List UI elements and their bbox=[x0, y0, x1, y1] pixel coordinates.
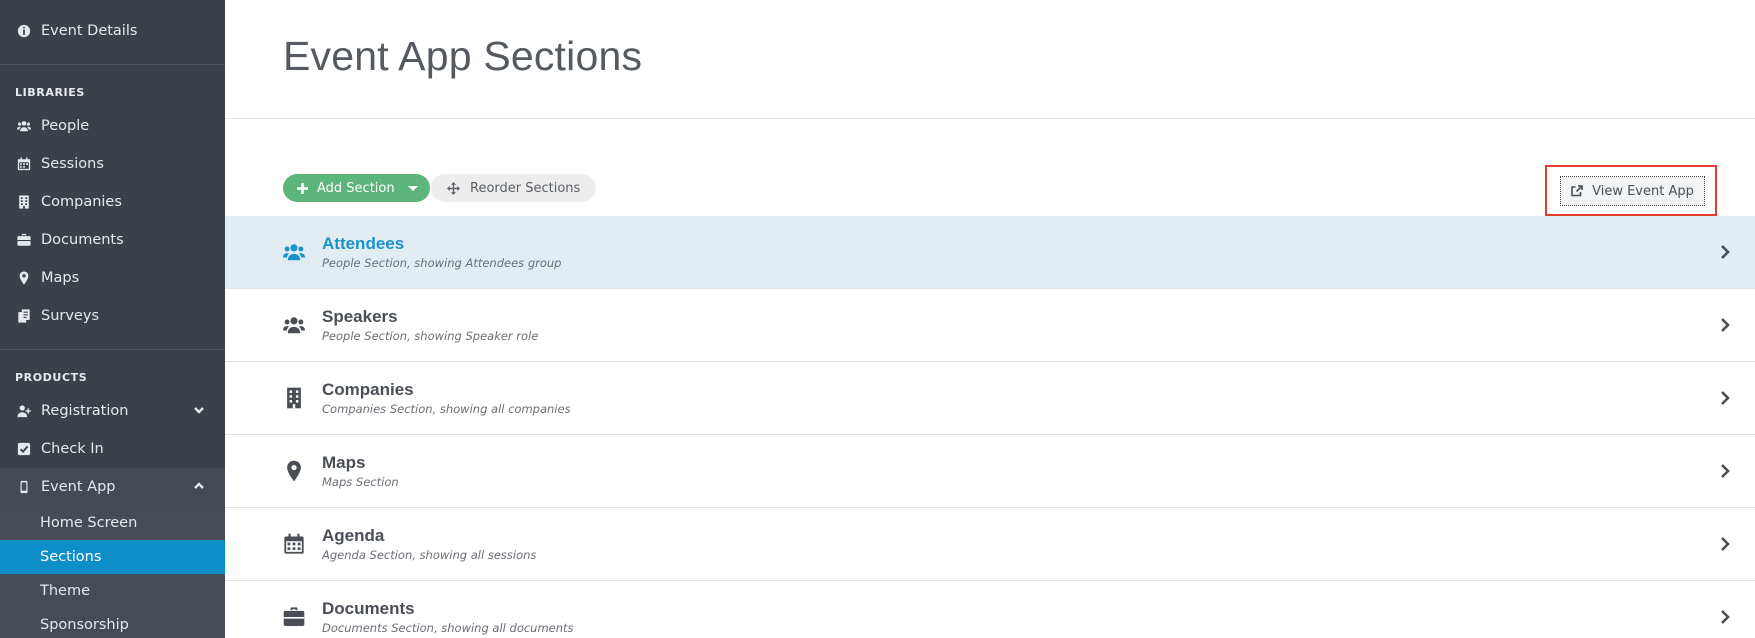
sidebar-subitem-theme[interactable]: Theme bbox=[0, 574, 225, 608]
sidebar-subitem-sections[interactable]: Sections bbox=[0, 540, 225, 574]
briefcase-icon bbox=[16, 232, 32, 248]
map-marker-icon bbox=[283, 460, 305, 482]
calendar-icon bbox=[16, 156, 32, 172]
section-title: Companies bbox=[322, 380, 414, 399]
plus-icon bbox=[297, 182, 308, 194]
sidebar-item-surveys[interactable]: Surveys bbox=[0, 297, 225, 335]
sidebar-item-label: Event Details bbox=[41, 23, 138, 39]
sidebar-divider bbox=[0, 349, 225, 350]
add-section-label: Add Section bbox=[317, 180, 395, 196]
section-row-documents[interactable]: Documents Documents Section, showing all… bbox=[225, 581, 1755, 638]
sidebar-subitem-home-screen[interactable]: Home Screen bbox=[0, 506, 225, 540]
section-row-companies[interactable]: Companies Companies Section, showing all… bbox=[225, 362, 1755, 435]
chevron-right-icon bbox=[1719, 390, 1731, 406]
view-event-app-label: View Event App bbox=[1592, 183, 1694, 199]
chevron-right-icon bbox=[1719, 536, 1731, 552]
section-subtitle: People Section, showing Speaker role bbox=[322, 329, 539, 343]
user-plus-icon bbox=[16, 403, 32, 419]
calendar-icon bbox=[283, 533, 305, 555]
map-marker-icon bbox=[16, 270, 32, 286]
sections-list: Attendees People Section, showing Attend… bbox=[225, 216, 1755, 638]
move-arrows-icon bbox=[447, 181, 460, 195]
survey-icon bbox=[16, 308, 32, 324]
sidebar-item-label: Documents bbox=[41, 232, 124, 248]
sidebar-item-people[interactable]: People bbox=[0, 107, 225, 145]
page-title: Event App Sections bbox=[283, 32, 643, 79]
toolbar: Add Section Reorder Sections View Event … bbox=[225, 119, 1755, 216]
check-square-icon bbox=[16, 441, 32, 457]
sidebar-subitem-sponsorship[interactable]: Sponsorship bbox=[0, 608, 225, 638]
sidebar-item-label: Companies bbox=[41, 194, 122, 210]
users-icon bbox=[283, 314, 305, 336]
sidebar-item-companies[interactable]: Companies bbox=[0, 183, 225, 221]
sidebar: Event Details LIBRARIES People Sessions … bbox=[0, 0, 225, 638]
products-heading: PRODUCTS bbox=[15, 370, 88, 384]
sidebar-item-label: Check In bbox=[41, 441, 104, 457]
page-header: Event App Sections bbox=[225, 0, 1755, 119]
chevron-right-icon bbox=[1719, 463, 1731, 479]
chevron-down-icon[interactable] bbox=[193, 404, 207, 418]
sidebar-item-event-details[interactable]: Event Details bbox=[0, 12, 225, 50]
users-icon bbox=[16, 118, 32, 134]
section-title: Agenda bbox=[322, 526, 385, 545]
info-circle-icon bbox=[16, 23, 32, 39]
sidebar-item-registration[interactable]: Registration bbox=[0, 392, 225, 430]
briefcase-icon bbox=[283, 606, 305, 628]
section-row-maps[interactable]: Maps Maps Section bbox=[225, 435, 1755, 508]
sidebar-divider bbox=[0, 64, 225, 65]
sidebar-item-label: Event App bbox=[41, 479, 116, 495]
section-subtitle: Companies Section, showing all companies bbox=[322, 402, 571, 416]
section-subtitle: Maps Section bbox=[322, 475, 399, 489]
reorder-sections-label: Reorder Sections bbox=[470, 180, 581, 196]
sidebar-item-documents[interactable]: Documents bbox=[0, 221, 225, 259]
caret-down-icon[interactable] bbox=[407, 185, 418, 191]
chevron-up-icon[interactable] bbox=[193, 480, 207, 494]
main-content: Event App Sections Add Section Reorder S… bbox=[225, 0, 1755, 638]
section-subtitle: People Section, showing Attendees group bbox=[322, 256, 562, 270]
section-subtitle: Agenda Section, showing all sessions bbox=[322, 548, 537, 562]
section-title: Attendees bbox=[322, 234, 405, 253]
chevron-right-icon bbox=[1719, 609, 1731, 625]
sidebar-item-check-in[interactable]: Check In bbox=[0, 430, 225, 468]
sidebar-item-label: Sessions bbox=[41, 156, 104, 172]
view-event-app-button[interactable]: View Event App bbox=[1560, 176, 1705, 206]
section-title: Maps bbox=[322, 453, 366, 472]
sidebar-item-maps[interactable]: Maps bbox=[0, 259, 225, 297]
chevron-right-icon bbox=[1719, 244, 1731, 260]
app-root: Event Details LIBRARIES People Sessions … bbox=[0, 0, 1755, 638]
building-icon bbox=[16, 194, 32, 210]
reorder-sections-button[interactable]: Reorder Sections bbox=[431, 174, 597, 202]
sidebar-item-label: Surveys bbox=[41, 308, 99, 324]
sidebar-item-sessions[interactable]: Sessions bbox=[0, 145, 225, 183]
sidebar-item-event-app[interactable]: Event App bbox=[0, 468, 225, 506]
users-icon bbox=[283, 241, 305, 263]
event-app-submenu: Home Screen Sections Theme Sponsorship bbox=[0, 506, 225, 638]
section-row-attendees[interactable]: Attendees People Section, showing Attend… bbox=[225, 216, 1755, 289]
external-link-icon bbox=[1571, 185, 1583, 197]
sidebar-item-label: Registration bbox=[41, 403, 129, 419]
chevron-right-icon bbox=[1719, 317, 1731, 333]
section-title: Speakers bbox=[322, 307, 398, 326]
sidebar-item-label: People bbox=[41, 118, 90, 134]
add-section-button[interactable]: Add Section bbox=[283, 174, 430, 202]
sidebar-item-label: Maps bbox=[41, 270, 80, 286]
libraries-heading: LIBRARIES bbox=[15, 85, 85, 99]
section-subtitle: Documents Section, showing all documents bbox=[322, 621, 574, 635]
section-title: Documents bbox=[322, 599, 415, 618]
mobile-icon bbox=[16, 479, 32, 495]
building-icon bbox=[283, 387, 305, 409]
section-row-agenda[interactable]: Agenda Agenda Section, showing all sessi… bbox=[225, 508, 1755, 581]
section-row-speakers[interactable]: Speakers People Section, showing Speaker… bbox=[225, 289, 1755, 362]
